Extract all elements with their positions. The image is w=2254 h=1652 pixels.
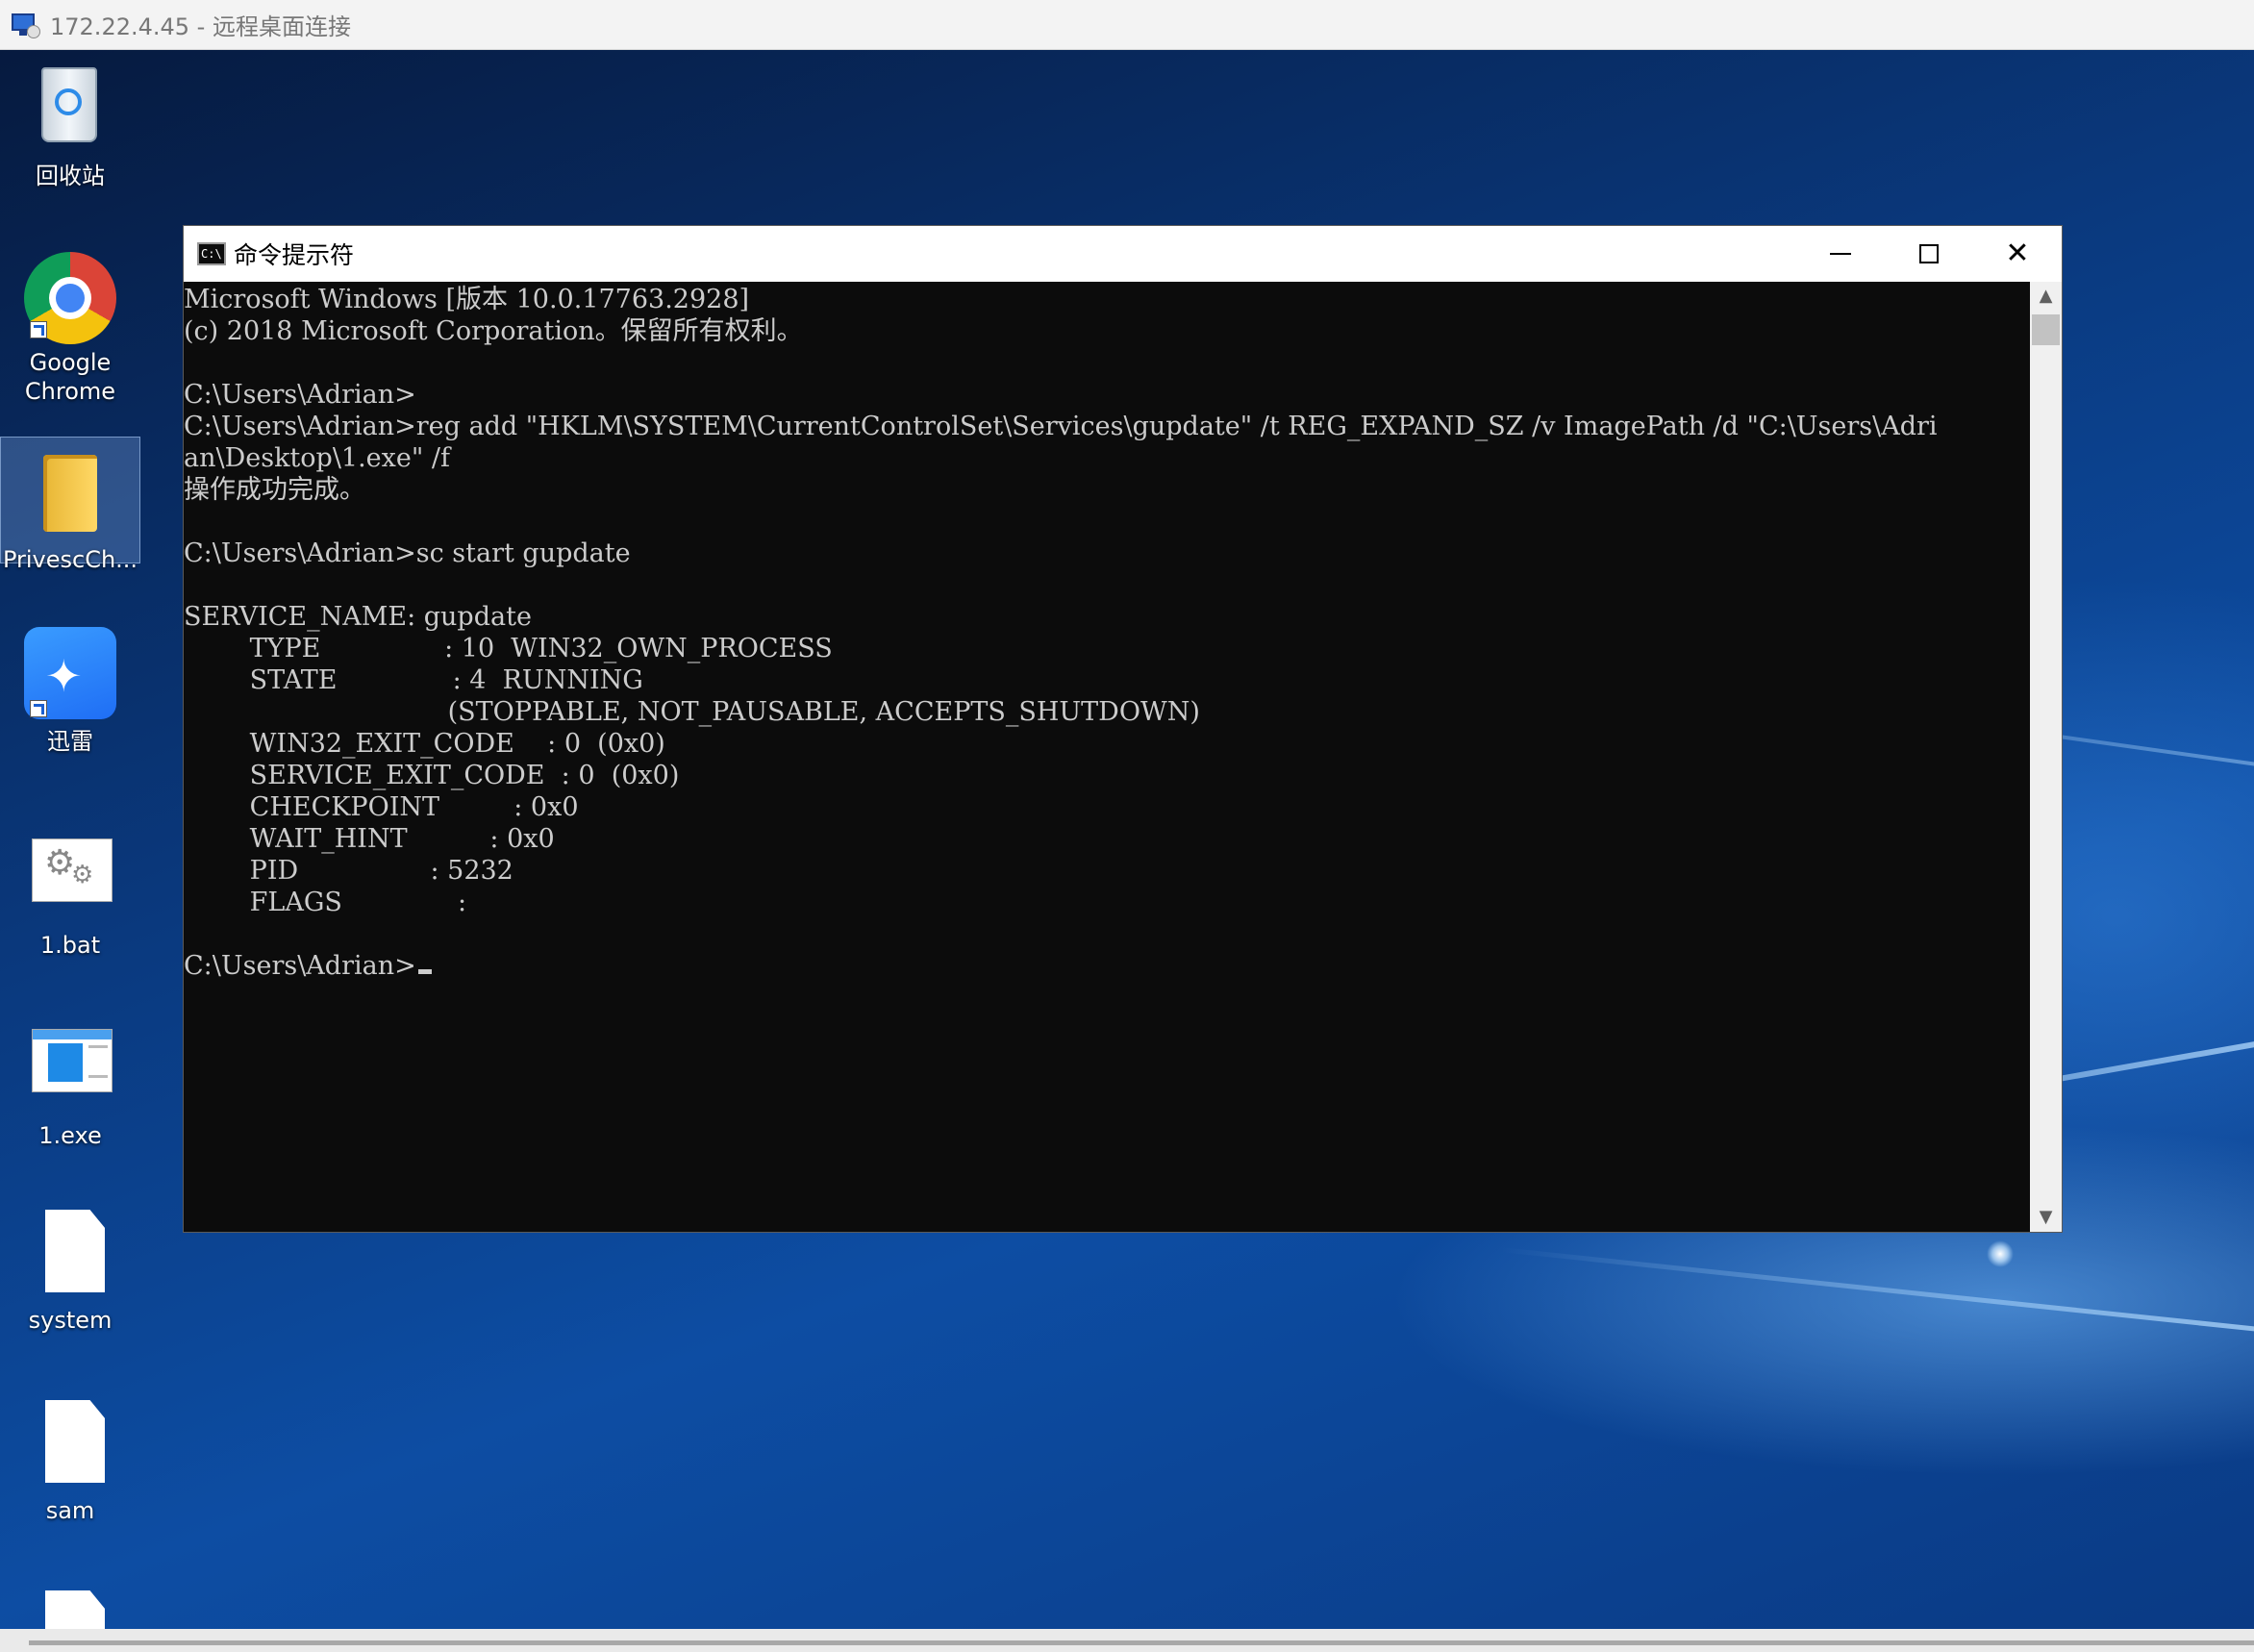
vertical-scrollbar[interactable]: ▲ ▼	[2030, 282, 2062, 1232]
maximize-button[interactable]	[1885, 226, 1973, 282]
exe-file-icon	[22, 1019, 118, 1115]
minimize-icon	[1830, 253, 1851, 255]
text-cursor	[417, 969, 432, 974]
console-line: (STOPPABLE, NOT_PAUSABLE, ACCEPTS_SHUTDO…	[184, 697, 1200, 727]
shortcut-arrow-icon	[30, 700, 47, 717]
console-line: WAIT_HINT : 0x0	[184, 824, 555, 854]
shortcut-arrow-icon	[30, 321, 47, 338]
console-line: SERVICE_NAME: gupdate	[184, 602, 532, 632]
file-icon	[22, 1394, 118, 1490]
desktop-icon-privesccheck-folder[interactable]: PrivescCh...	[0, 437, 140, 573]
console-prompt: C:\Users\Adrian>	[184, 951, 416, 981]
desktop-icon-google-chrome[interactable]: Google Chrome	[0, 246, 140, 406]
scroll-down-arrow-icon[interactable]: ▼	[2030, 1203, 2062, 1232]
desktop-icon-1-bat[interactable]: ⚙ ⚙ 1.bat	[0, 829, 140, 960]
file-icon	[22, 1204, 118, 1300]
console-output[interactable]: Microsoft Windows [版本 10.0.17763.2928] (c…	[184, 282, 2030, 1232]
console-line: C:\Users\Adrian>reg add "HKLM\SYSTEM\Cur…	[184, 412, 1938, 441]
desktop-icon-recycle-bin[interactable]: 回收站	[0, 60, 140, 190]
desktop-icon-label: 迅雷	[47, 728, 93, 755]
close-button[interactable]: ✕	[1973, 226, 2062, 282]
console-line: C:\Users\Adrian>sc start gupdate	[184, 538, 631, 568]
console-line: an\Desktop\1.exe" /f	[184, 443, 450, 473]
desktop-icon-label: Google Chrome	[24, 349, 116, 405]
recycle-bin-icon	[22, 60, 118, 156]
cmd-app-icon: C:\	[197, 242, 226, 265]
cmd-title-bar[interactable]: C:\ 命令提示符 ✕	[184, 226, 2062, 282]
console-line: WIN32_EXIT_CODE : 0 (0x0)	[184, 729, 665, 759]
console-line: (c) 2018 Microsoft Corporation。保留所有权利。	[184, 316, 803, 346]
rdp-scrollbar-thumb[interactable]	[29, 1640, 2254, 1645]
desktop-icon-system[interactable]: system	[0, 1204, 140, 1335]
desktop-icon-xunlei[interactable]: ✦ 迅雷	[0, 625, 140, 756]
desktop-icon-partial[interactable]	[0, 1585, 140, 1629]
desktop-icon-1-exe[interactable]: 1.exe	[0, 1019, 140, 1150]
file-icon	[22, 1585, 118, 1629]
bat-file-icon: ⚙ ⚙	[22, 829, 118, 925]
rdp-horizontal-scrollbar[interactable]	[0, 1629, 2254, 1652]
chrome-icon	[22, 246, 118, 344]
desktop-icon-sam[interactable]: sam	[0, 1394, 140, 1525]
rdp-title-bar[interactable]: 172.22.4.45 - 远程桌面连接	[0, 0, 2254, 50]
console-line: Microsoft Windows [版本 10.0.17763.2928]	[184, 285, 750, 314]
remote-desktop-icon	[10, 10, 42, 40]
console-line: 操作成功完成。	[184, 475, 365, 505]
console-line: TYPE : 10 WIN32_OWN_PROCESS	[184, 634, 833, 663]
folder-icon	[22, 443, 118, 539]
rdp-window-title: 172.22.4.45 - 远程桌面连接	[50, 13, 351, 40]
console-line: PID : 5232	[184, 856, 513, 886]
scroll-up-arrow-icon[interactable]: ▲	[2030, 282, 2062, 311]
cmd-window-title: 命令提示符	[234, 241, 355, 269]
close-icon: ✕	[2005, 237, 2030, 270]
console-line: C:\Users\Adrian>	[184, 380, 416, 410]
desktop-icon-label: system	[28, 1307, 113, 1334]
console-line: STATE : 4 RUNNING	[184, 665, 643, 695]
command-prompt-window[interactable]: C:\ 命令提示符 ✕ Microsoft Windows [版本 10.0.1…	[183, 225, 2063, 1233]
minimize-button[interactable]	[1796, 226, 1885, 282]
console-prompt-line[interactable]: C:\Users\Adrian>	[184, 950, 2030, 982]
console-line: SERVICE_EXIT_CODE : 0 (0x0)	[184, 761, 680, 790]
desktop-icon-label: 回收站	[36, 163, 105, 189]
xunlei-icon: ✦	[22, 625, 118, 721]
scrollbar-thumb[interactable]	[2032, 314, 2060, 345]
maximize-icon	[1919, 244, 1939, 263]
desktop-icon-label: 1.exe	[38, 1122, 102, 1149]
desktop-icon-label: PrivescCh...	[2, 546, 138, 573]
console-line: FLAGS :	[184, 888, 467, 917]
desktop-icon-label: sam	[45, 1497, 95, 1524]
console-line: CHECKPOINT : 0x0	[184, 792, 579, 822]
desktop-icon-label: 1.bat	[39, 932, 101, 959]
